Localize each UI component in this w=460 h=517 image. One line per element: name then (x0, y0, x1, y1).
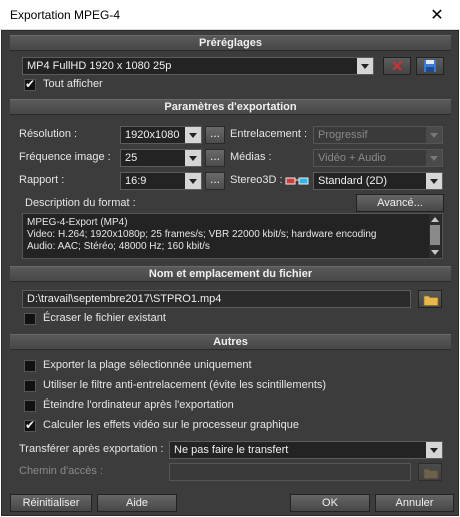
chevron-down-icon (426, 127, 442, 143)
overwrite-checkbox[interactable] (24, 313, 36, 325)
window-titlebar: Exportation MPEG-4 ✕ (0, 0, 460, 30)
resolution-select[interactable]: 1920x1080 (120, 126, 202, 144)
framerate-value: 25 (125, 152, 138, 164)
other-header: Autres (10, 334, 451, 350)
access-path-input[interactable] (169, 463, 411, 481)
chevron-down-icon[interactable] (426, 442, 442, 458)
gpu-effects-label: Calculer les effets vidéo sur le process… (43, 419, 299, 431)
interlace-label: Entrelacement : (230, 128, 308, 140)
folder-icon (423, 468, 439, 479)
format-description-label: Description du format : (25, 197, 136, 209)
export-selection-checkbox[interactable] (24, 360, 36, 372)
dialog-body: Préréglages MP4 FullHD 1920 x 1080 25p T… (1, 30, 459, 516)
3d-glasses-icon (285, 177, 309, 185)
framerate-more-button[interactable]: ... (205, 149, 225, 167)
shutdown-checkbox[interactable] (24, 400, 36, 412)
deinterlace-filter-checkbox[interactable] (24, 380, 36, 392)
deinterlace-filter-label: Utiliser le filtre anti-entrelacement (é… (43, 379, 327, 391)
help-button[interactable]: Aide (97, 494, 177, 512)
show-all-checkbox[interactable] (24, 77, 36, 91)
scroll-down-icon[interactable] (431, 250, 439, 255)
chevron-down-icon (426, 150, 442, 166)
preset-select[interactable]: MP4 FullHD 1920 x 1080 25p (22, 57, 374, 75)
show-all-label: Tout afficher (43, 78, 103, 90)
interlace-select[interactable]: Progressif (313, 126, 443, 144)
advanced-button[interactable]: Avancé... (356, 194, 444, 212)
resolution-more-button[interactable]: ... (205, 126, 225, 144)
framerate-select[interactable]: 25 (120, 149, 202, 167)
resolution-label: Résolution : (19, 128, 78, 140)
media-select[interactable]: Vidéo + Audio (313, 149, 443, 167)
resolution-value: 1920x1080 (125, 129, 180, 141)
media-label: Médias : (230, 151, 272, 163)
cancel-button[interactable]: Annuler (375, 494, 454, 512)
transfer-label: Transférer après exportation : (19, 443, 164, 455)
file-header: Nom et emplacement du fichier (10, 266, 451, 282)
framerate-label: Fréquence image : (19, 151, 111, 163)
stereo3d-select[interactable]: Standard (2D) (313, 172, 443, 190)
ratio-label: Rapport : (19, 174, 65, 186)
browse-file-button[interactable] (418, 290, 442, 308)
export-selection-label: Exporter la plage sélectionnée uniquemen… (43, 359, 252, 371)
chevron-down-icon[interactable] (185, 173, 201, 189)
chevron-down-icon[interactable] (185, 127, 201, 143)
transfer-value: Ne pas faire le transfert (174, 444, 289, 456)
scroll-up-icon[interactable] (431, 217, 439, 222)
preset-select-value: MP4 FullHD 1920 x 1080 25p (27, 60, 172, 72)
ratio-value: 16:9 (125, 175, 147, 187)
presets-header: Préréglages (10, 35, 451, 51)
gpu-effects-checkbox[interactable] (24, 418, 36, 432)
ok-button[interactable]: OK (290, 494, 370, 512)
ratio-select[interactable]: 16:9 (120, 172, 202, 190)
window-title: Exportation MPEG-4 (10, 8, 121, 22)
file-path-input[interactable]: D:\travail\septembre2017\STPRO1.mp4 (22, 290, 411, 308)
format-desc-line: Video: H.264; 1920x1080p; 25 frames/s; V… (27, 229, 377, 240)
access-path-label: Chemin d'accès : (19, 465, 104, 477)
transfer-select[interactable]: Ne pas faire le transfert (169, 441, 443, 459)
chevron-down-icon[interactable] (185, 150, 201, 166)
chevron-down-icon[interactable] (426, 173, 442, 189)
reset-button[interactable]: Réinitialiser (10, 494, 92, 512)
ratio-more-button[interactable]: ... (205, 172, 225, 190)
interlace-value: Progressif (318, 129, 368, 141)
stereo3d-value: Standard (2D) (318, 175, 388, 187)
format-desc-line: Audio: AAC; Stéréo; 48000 Hz; 160 kbit/s (27, 241, 210, 252)
shutdown-label: Éteindre l'ordinateur après l'exportatio… (43, 399, 234, 411)
format-description-box: MPEG-4-Export (MP4) Video: H.264; 1920x1… (22, 213, 443, 259)
overwrite-label: Écraser le fichier existant (43, 312, 166, 324)
save-preset-button[interactable] (416, 57, 444, 75)
scrollbar-thumb[interactable] (430, 225, 440, 245)
chevron-down-icon[interactable] (357, 58, 373, 74)
folder-icon (423, 295, 439, 306)
stereo3d-label: Stereo3D : (230, 174, 283, 186)
media-value: Vidéo + Audio (318, 152, 386, 164)
format-description-scrollbar[interactable] (429, 214, 441, 258)
delete-icon (392, 61, 402, 71)
delete-preset-button[interactable] (383, 57, 411, 75)
export-params-header: Paramètres d'exportation (10, 99, 451, 115)
floppy-disk-icon (424, 60, 436, 72)
close-icon[interactable]: ✕ (414, 0, 460, 30)
format-desc-line: MPEG-4-Export (MP4) (27, 217, 128, 228)
browse-access-path-button[interactable] (418, 463, 442, 481)
